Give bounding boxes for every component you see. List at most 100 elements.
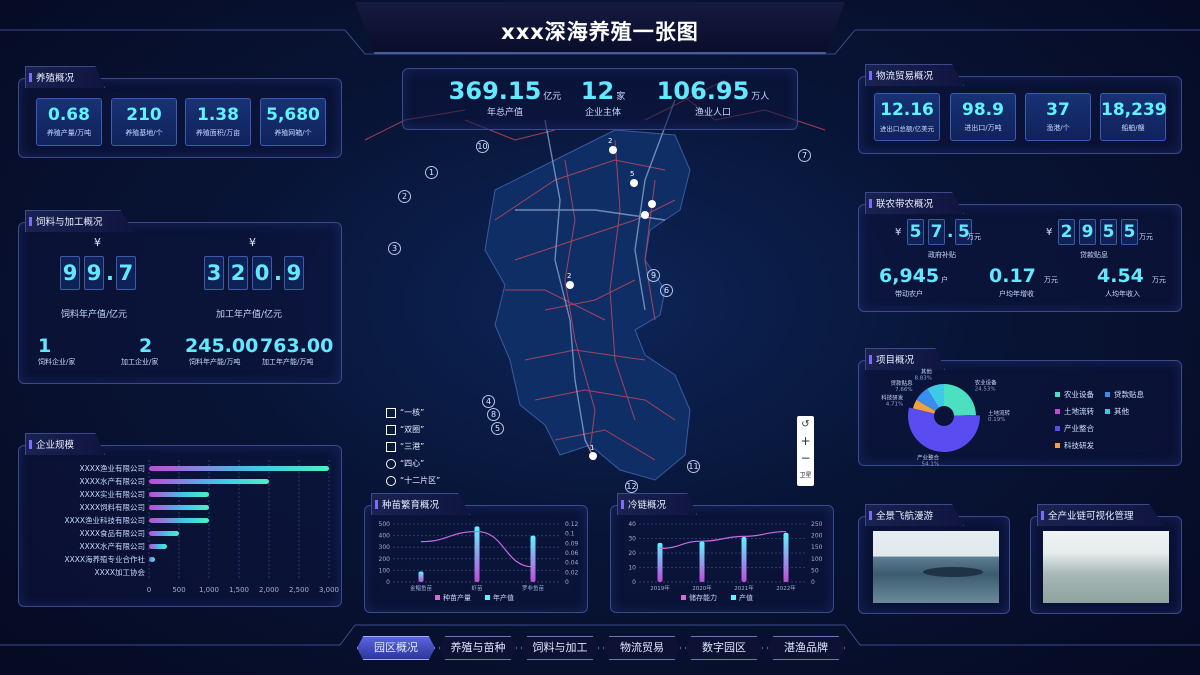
stat-value: 0.68	[48, 105, 90, 125]
aquaculture-title: 养殖概况	[25, 66, 106, 88]
slice-percent: 7.66%	[895, 387, 912, 393]
bar	[530, 535, 536, 582]
y-tick-label: 500	[379, 521, 391, 528]
map-marker[interactable]: 2	[398, 190, 411, 203]
legend-swatch	[1105, 392, 1110, 397]
subsidy-unit: 万元	[967, 233, 981, 241]
zoom-in-button[interactable]: +	[797, 433, 814, 450]
stat-card: 18,239 船舶/艘	[1100, 93, 1167, 141]
map-marker[interactable]: 5	[491, 422, 504, 435]
legend-swatch	[1055, 409, 1060, 414]
flight-panel: 全景飞航漫游	[858, 504, 1010, 614]
bar	[699, 541, 705, 582]
legend-core: “一核”	[386, 407, 424, 418]
bar	[741, 537, 747, 582]
feed-value-digits: 99.7	[58, 256, 138, 291]
x-tick-label: 0	[147, 586, 151, 594]
logistics-title: 物流贸易概况	[865, 64, 965, 86]
slice-label: 土地流转	[988, 409, 1011, 417]
hbar-svg: 0 500 1,000 1,500 2,000 2,500 3,000 XXXX渔业有限公司 X…	[64, 460, 339, 594]
legend-label: 储存能力	[689, 593, 717, 602]
bar	[149, 544, 167, 549]
bar	[474, 526, 480, 582]
nav-logistics[interactable]: 物流贸易	[603, 636, 681, 660]
series-line	[659, 530, 787, 549]
legend-label: 产值	[739, 593, 753, 602]
total-output-unit: 亿元	[543, 92, 562, 102]
nav-park-overview[interactable]: 园区概况	[357, 636, 435, 660]
legend-label: 年产值	[493, 593, 514, 602]
map-marker[interactable]: 12	[625, 480, 638, 493]
legend-item: 其他	[1105, 406, 1165, 417]
slice-label: 贷款贴息	[891, 379, 914, 387]
map-controls: ↺ + − 卫星	[797, 416, 814, 486]
map-marker[interactable]: 7	[798, 149, 811, 162]
stat-value: 12.16	[880, 100, 934, 120]
feed-stat: 245.00 饲料年产能/万吨	[185, 335, 261, 367]
legend-swatch	[1055, 392, 1060, 397]
map-marker[interactable]: 6	[660, 284, 673, 297]
pin-label: 1	[590, 444, 595, 452]
x-tick-label: 1,500	[229, 586, 249, 594]
seedling-panel: 种苗繁育概况 0 100 200 300 400 500 0 0.02 0.04 0.06 0.09…	[364, 493, 588, 613]
nav-feed[interactable]: 饲料与加工	[521, 636, 599, 660]
slice-label: 产业整合	[917, 454, 940, 462]
digit: 9	[60, 256, 80, 290]
farmer-stat-value: 4.54	[1097, 265, 1144, 287]
nav-breeding[interactable]: 养殖与苗种	[439, 636, 517, 660]
stat-label: 进出口/万吨	[964, 124, 1002, 132]
enterprise-value: 12	[580, 77, 615, 105]
bottom-frame	[0, 624, 1200, 646]
aquaculture-panel: 养殖概况 0.68 养殖产量/万吨 210 养殖基地/个 1.38 养殖面积/万亩 5…	[18, 66, 342, 158]
map-marker[interactable]: 1	[425, 166, 438, 179]
y2-tick-label: 50	[811, 567, 819, 574]
nav-digital-park[interactable]: 数字园区	[685, 636, 763, 660]
loan-unit: 万元	[1139, 233, 1153, 241]
pie-svg: 农业设备24.53% 土地流转0.19% 产业整合54.1% 科技研发4.71% 贷款贴…	[881, 368, 1011, 467]
feed-stat-value: 763.00	[260, 335, 334, 357]
category-label: XXXX渔业有限公司	[79, 463, 145, 473]
flight-thumbnail[interactable]	[873, 531, 999, 603]
legend-swatch	[1055, 443, 1060, 448]
map-marker[interactable]: 9	[647, 269, 660, 282]
location-pin-icon	[630, 179, 638, 187]
combo-svg: 0 100 200 300 400 500 0 0.02 0.04 0.06 0.09 0.1 0.12…	[379, 521, 579, 602]
legend-label: 贷款贴息	[1114, 390, 1144, 399]
legend-swatch	[485, 595, 490, 600]
chain-thumbnail[interactable]	[1043, 531, 1169, 603]
legend-swatch	[435, 595, 440, 600]
category-label: XXXX水产有限公司	[79, 541, 145, 551]
currency-icon: ¥	[94, 236, 101, 249]
farmer-stat-unit: 户	[941, 276, 949, 284]
farmer-stat-unit: 万元	[1151, 276, 1166, 284]
map-marker[interactable]: 3	[388, 242, 401, 255]
stat-value: 98.9	[962, 100, 1004, 120]
legend-label: 科技研发	[1064, 441, 1094, 450]
stat-card: 210 养殖基地/个	[111, 98, 177, 146]
feed-stat: 763.00 加工年产能/万吨	[260, 335, 336, 367]
map-marker[interactable]: 10	[476, 140, 489, 153]
y2-tick-label: 200	[811, 533, 823, 540]
currency-icon: ¥	[249, 236, 256, 249]
y-tick-label: 10	[628, 565, 636, 572]
nav-brand[interactable]: 湛渔品牌	[767, 636, 845, 660]
total-output-label: 年总产值	[486, 108, 523, 118]
x-tick-label: 虾苗	[471, 584, 483, 592]
legend-label: “三港”	[400, 442, 425, 451]
y-tick-label: 300	[379, 544, 391, 551]
satellite-button[interactable]: 卫星	[797, 467, 814, 484]
population-unit: 万人	[751, 92, 770, 102]
map-marker[interactable]: 4	[482, 395, 495, 408]
digit: 2	[228, 256, 248, 290]
map-marker[interactable]: 8	[487, 408, 500, 421]
y-tick-label: 40	[628, 521, 636, 528]
stat-label: 养殖网箱/个	[274, 129, 312, 137]
x-tick-label: 2022年	[776, 584, 796, 592]
reset-button[interactable]: ↺	[797, 416, 814, 433]
stat-label: 渔港/个	[1046, 124, 1070, 132]
category-label: XXXX渔业科技有限公司	[64, 515, 145, 525]
zoom-out-button[interactable]: −	[797, 450, 814, 467]
map-marker[interactable]: 11	[687, 460, 700, 473]
location-pin-icon	[609, 146, 617, 154]
legend-swatch	[731, 595, 736, 600]
